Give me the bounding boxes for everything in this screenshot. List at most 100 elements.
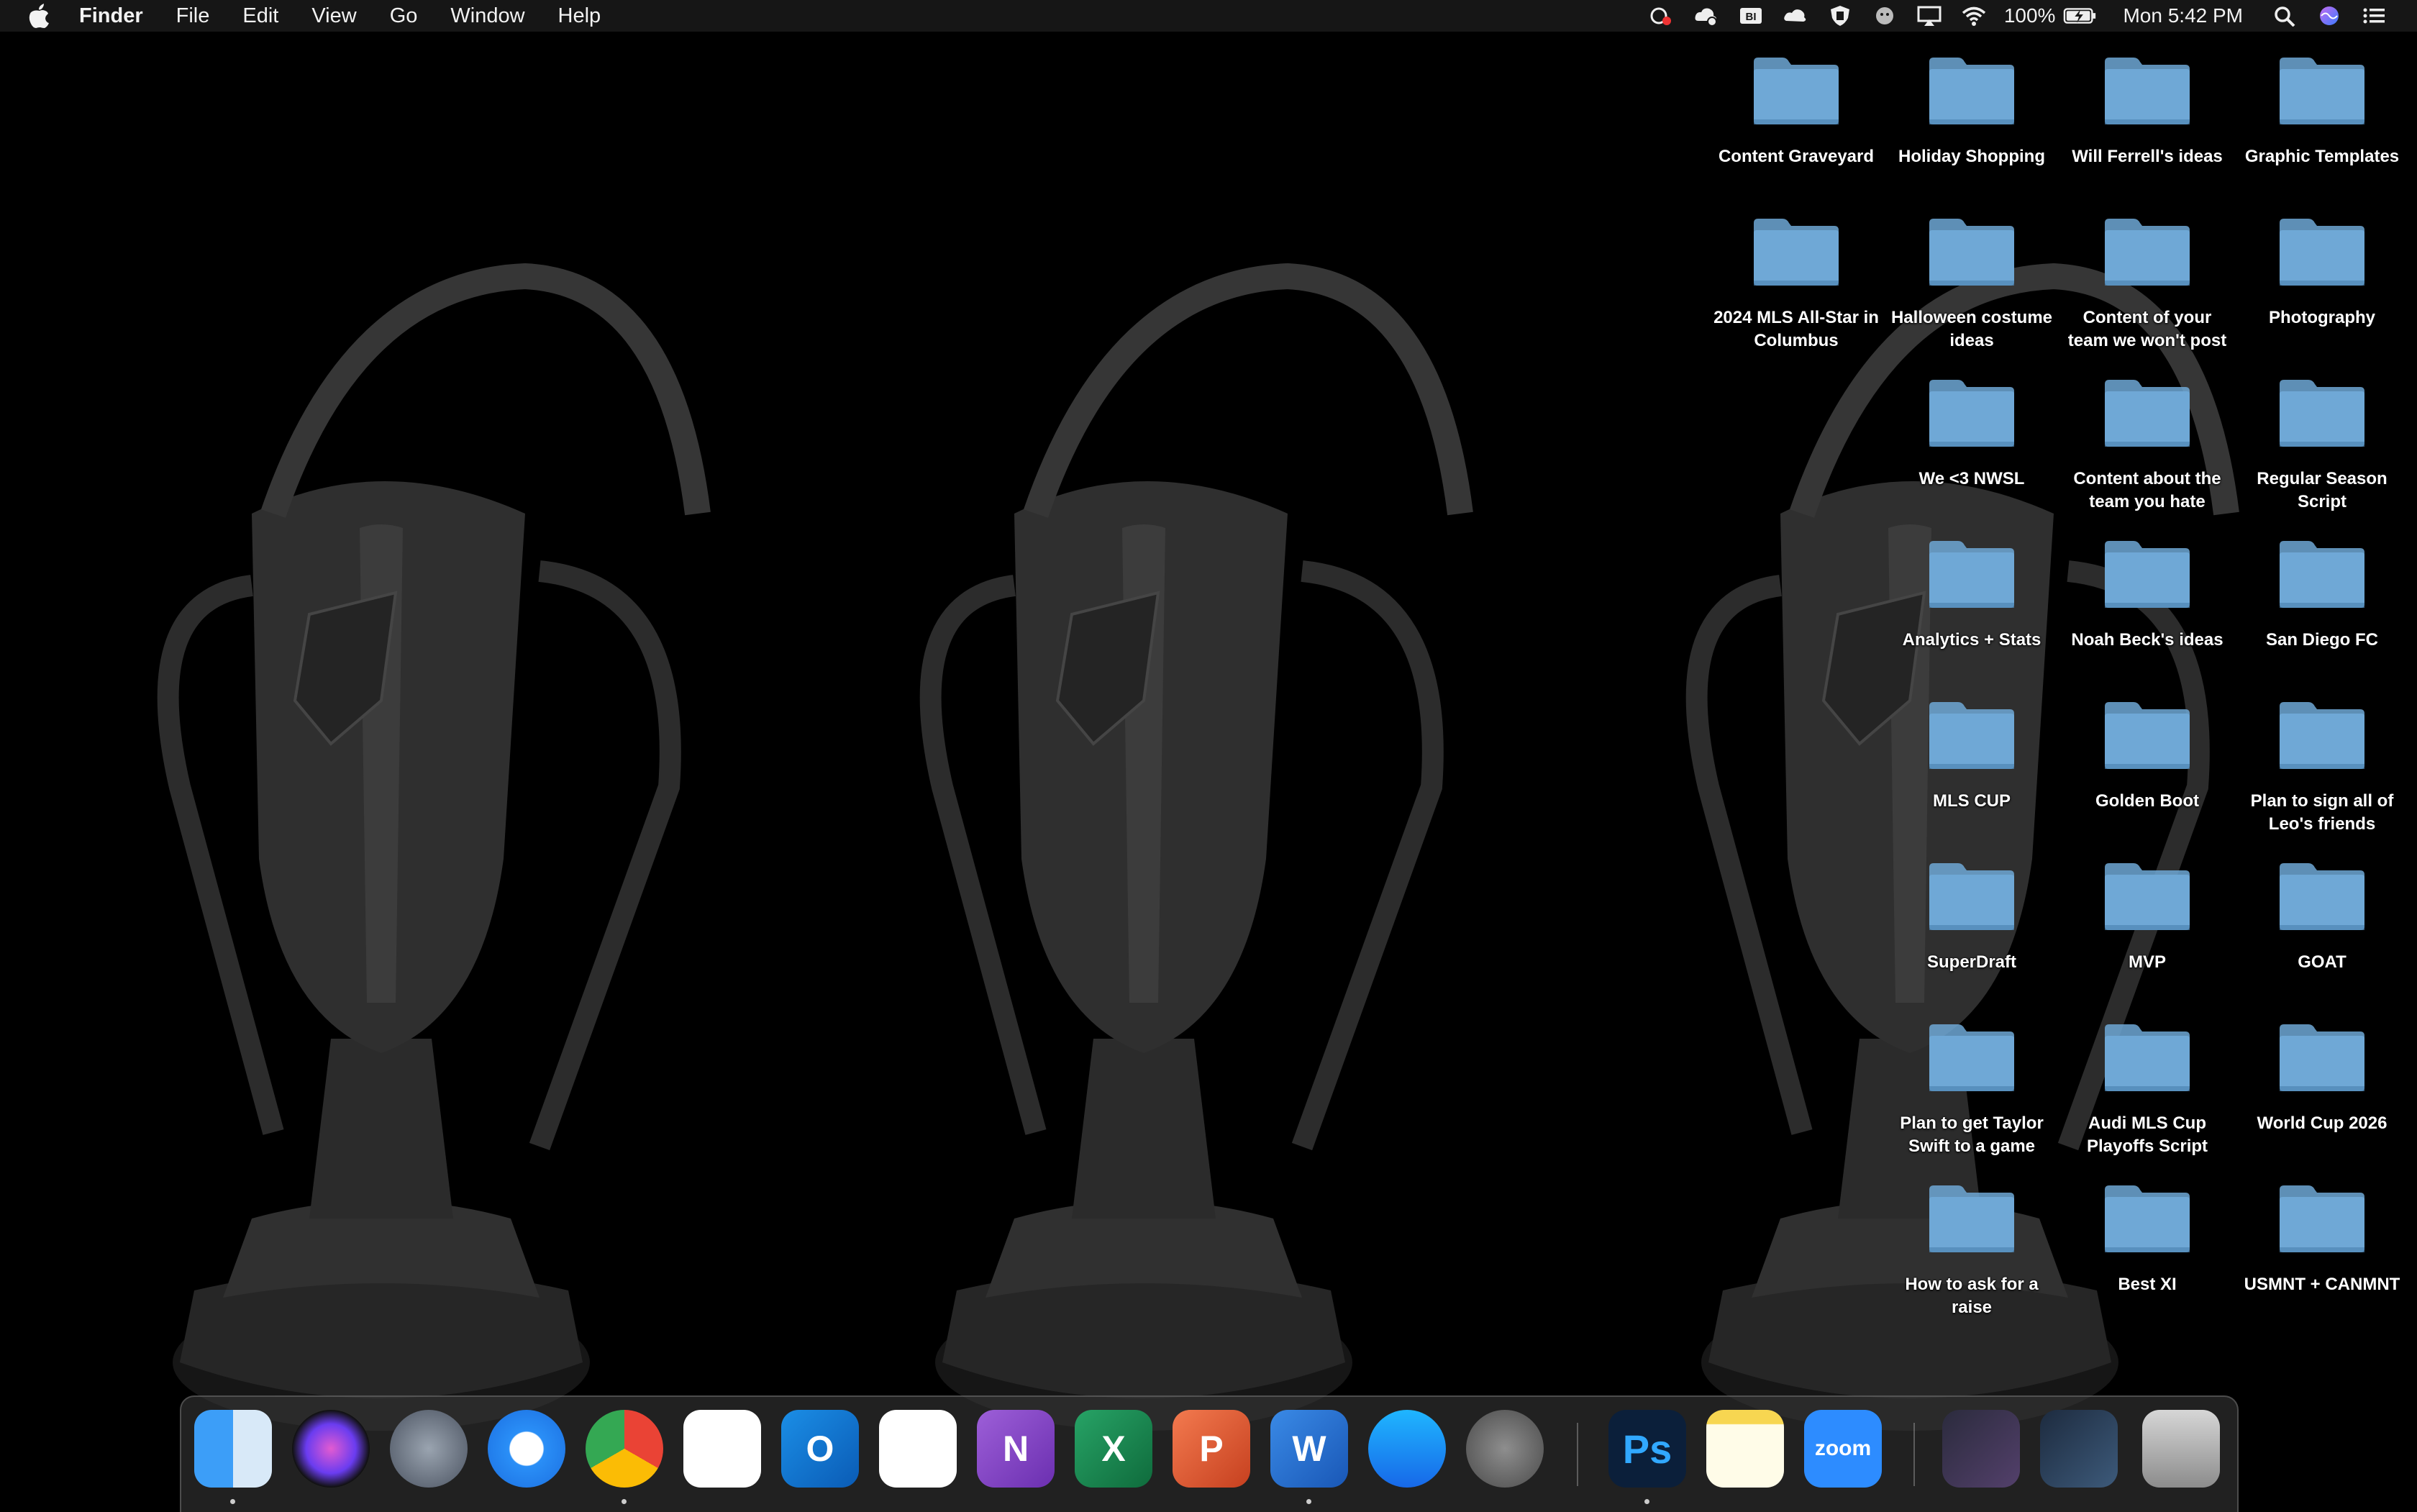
app-menu-finder[interactable]: Finder	[79, 4, 143, 28]
folder-label: Photography	[2269, 308, 2375, 327]
folder-label: How to ask for a raise	[1905, 1275, 2039, 1317]
desktop-folder[interactable]: Halloween costume ideas	[1885, 216, 2058, 352]
desktop-folder[interactable]: GOAT	[2236, 860, 2408, 974]
desktop-folder[interactable]: Analytics + Stats	[1885, 538, 2058, 652]
menu-window[interactable]: Window	[450, 4, 524, 28]
desktop-folder[interactable]: 2024 MLS All-Star in Columbus	[1710, 216, 1883, 352]
desktop-folder[interactable]: MVP	[2061, 860, 2234, 974]
folder-icon	[2105, 1024, 2190, 1091]
photoshop-window-thumbnail-icon	[1942, 1410, 2020, 1488]
desktop-folder[interactable]: Graphic Templates	[2236, 55, 2408, 168]
dock-app-glyph	[683, 1410, 761, 1488]
dock-excel[interactable]: X	[1075, 1410, 1152, 1488]
folder-icon	[2105, 219, 2190, 286]
folder-icon	[1754, 58, 1839, 124]
siri-icon	[292, 1410, 370, 1488]
shield-icon[interactable]	[1826, 4, 1854, 28]
spotlight-search-icon[interactable]	[2270, 4, 2299, 28]
menu-edit[interactable]: Edit	[242, 4, 278, 28]
folder-icon	[2280, 541, 2364, 608]
menu-view[interactable]: View	[311, 4, 356, 28]
desktop-folder[interactable]: How to ask for a raise	[1885, 1183, 2058, 1319]
safari-icon	[488, 1410, 565, 1488]
folder-label: Best XI	[2118, 1275, 2177, 1294]
desktop-folder[interactable]: Content about the team you hate	[2061, 377, 2234, 514]
chrome-window-thumbnail-icon	[2040, 1410, 2118, 1488]
dock-siri[interactable]	[292, 1410, 370, 1488]
desktop-folder[interactable]: Best XI	[2061, 1183, 2234, 1296]
folder-label: Content Graveyard	[1718, 147, 1875, 166]
menu-go[interactable]: Go	[390, 4, 418, 28]
wifi-icon[interactable]	[1959, 4, 1988, 28]
bi-icon[interactable]: BI	[1736, 4, 1765, 28]
dock-app-glyph	[194, 1410, 272, 1488]
dock-app-store[interactable]	[1368, 1410, 1446, 1488]
desktop-folder[interactable]: Noah Beck's ideas	[2061, 538, 2234, 652]
ghost-icon[interactable]	[1870, 4, 1899, 28]
folder-label: Halloween costume ideas	[1890, 308, 2053, 350]
folder-label: 2024 MLS All-Star in Columbus	[1713, 308, 1879, 350]
desktop-folder[interactable]: MLS CUP	[1885, 699, 2058, 813]
desktop-folder[interactable]: Plan to get Taylor Swift to a game	[1885, 1021, 2058, 1158]
menu-help[interactable]: Help	[558, 4, 601, 28]
cloud-icon[interactable]	[1781, 4, 1810, 28]
dock-app-glyph	[879, 1410, 957, 1488]
desktop-folder[interactable]: We <3 NWSL	[1885, 377, 2058, 491]
folder-icon	[1929, 58, 2014, 124]
creative-cloud-icon[interactable]	[1647, 4, 1676, 28]
battery-percent[interactable]: 100%	[2004, 4, 2056, 27]
dock-safari[interactable]	[488, 1410, 565, 1488]
dock-launchpad[interactable]	[390, 1410, 468, 1488]
dock-app-glyph	[1942, 1410, 2020, 1488]
desktop-folder[interactable]: Audi MLS Cup Playoffs Script	[2061, 1021, 2234, 1158]
desktop-folder[interactable]: Golden Boot	[2061, 699, 2234, 813]
battery-charging-icon[interactable]	[2062, 4, 2098, 28]
dock-chrome-window-thumbnail[interactable]	[2040, 1410, 2118, 1488]
dock-trash[interactable]	[2142, 1410, 2220, 1488]
dock-powerpoint[interactable]: P	[1173, 1410, 1250, 1488]
folder-icon	[2105, 541, 2190, 608]
desktop-folder[interactable]: Photography	[2236, 216, 2408, 329]
dock-app-glyph: P	[1199, 1429, 1224, 1469]
airplay-icon[interactable]	[1915, 4, 1944, 28]
dock-notes[interactable]	[1706, 1410, 1784, 1488]
folder-icon	[1929, 702, 2014, 769]
launchpad-icon	[390, 1410, 468, 1488]
dock-chrome[interactable]	[586, 1410, 663, 1488]
dock-slack[interactable]	[683, 1410, 761, 1488]
running-indicator	[230, 1499, 235, 1504]
notification-center-icon[interactable]	[2359, 4, 2388, 28]
folder-label: MVP	[2128, 952, 2166, 972]
dock-onenote[interactable]: N	[977, 1410, 1055, 1488]
dock-system-preferences[interactable]	[1466, 1410, 1544, 1488]
desktop-folder[interactable]: Will Ferrell's ideas	[2061, 55, 2234, 168]
desktop-folder[interactable]: Content Graveyard	[1710, 55, 1883, 168]
desktop-folder[interactable]: World Cup 2026	[2236, 1021, 2408, 1135]
folder-label: Noah Beck's ideas	[2071, 630, 2223, 650]
dock-photoshop-window-thumbnail[interactable]	[1942, 1410, 2020, 1488]
desktop-folder[interactable]: SuperDraft	[1885, 860, 2058, 974]
desktop-folder[interactable]: Plan to sign all of Leo's friends	[2236, 699, 2408, 836]
desktop-folder[interactable]: Holiday Shopping	[1885, 55, 2058, 168]
excel-icon: X	[1075, 1410, 1152, 1488]
folder-label: GOAT	[2298, 952, 2347, 972]
menu-file[interactable]: File	[176, 4, 210, 28]
dock-word[interactable]: W	[1270, 1410, 1348, 1488]
apple-menu-icon[interactable]	[29, 4, 50, 28]
dock-app-glyph	[2142, 1410, 2220, 1488]
folder-label: Will Ferrell's ideas	[2072, 147, 2223, 166]
desktop-folder[interactable]: USMNT + CANMNT	[2236, 1183, 2408, 1296]
dock-zoom[interactable]: zoom	[1804, 1410, 1882, 1488]
desktop-folder[interactable]: Regular Season Script	[2236, 377, 2408, 514]
dock-finder[interactable]	[194, 1410, 272, 1488]
dock-outlook[interactable]: O	[781, 1410, 859, 1488]
dock-app-glyph: O	[806, 1429, 834, 1469]
slack-icon	[683, 1410, 761, 1488]
dock-onedrive[interactable]	[879, 1410, 957, 1488]
desktop-folder[interactable]: San Diego FC	[2236, 538, 2408, 652]
desktop-folder[interactable]: Content of your team we won't post	[2061, 216, 2234, 352]
siri-icon[interactable]	[2315, 4, 2344, 28]
cloud-sync-icon[interactable]	[1692, 4, 1721, 28]
menu-bar-clock[interactable]: Mon 5:42 PM	[2123, 4, 2243, 27]
dock-photoshop[interactable]: Ps	[1608, 1410, 1686, 1488]
